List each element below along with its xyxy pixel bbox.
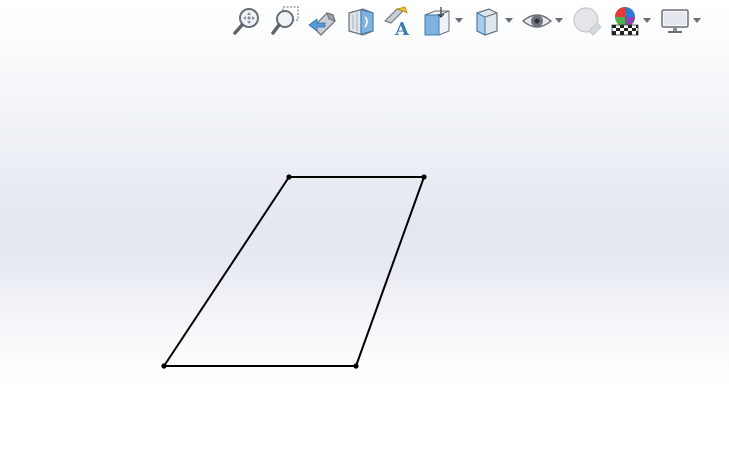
- sketch-parallelogram[interactable]: [161, 174, 427, 369]
- sketch-line-left[interactable]: [163, 176, 290, 367]
- sketch-point[interactable]: [353, 363, 359, 369]
- sketch-point[interactable]: [161, 363, 167, 369]
- sketch-point[interactable]: [286, 174, 292, 180]
- sketch-line-right[interactable]: [355, 176, 425, 367]
- graphics-area[interactable]: A: [0, 0, 729, 453]
- sketch-point[interactable]: [421, 174, 427, 180]
- sketch-canvas: [161, 174, 427, 369]
